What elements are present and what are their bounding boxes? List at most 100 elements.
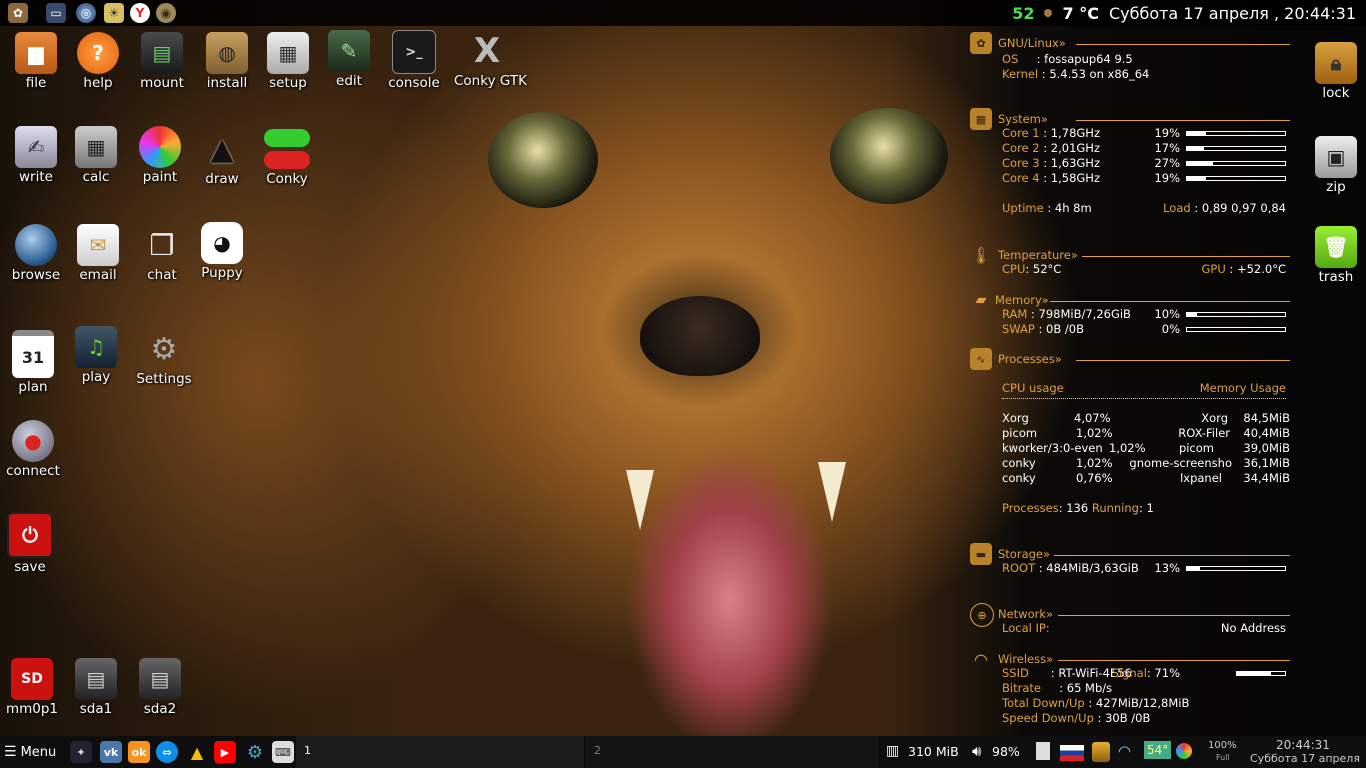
weather-icon[interactable]: ☀ [104,3,124,23]
desktop-icon-calc[interactable]: ▦ calc [63,126,129,185]
clipboard-icon[interactable] [1036,742,1050,760]
core-usage-bar [1186,131,1286,136]
desktop-icon-label: Conky [266,171,308,187]
desktop-icon-conky[interactable]: Conky [254,128,320,187]
core-label: Core 1 [1002,126,1040,140]
desktop-icon-play[interactable]: ♫ play [63,326,129,385]
desktop-icon-connect[interactable]: ● connect [0,420,66,479]
section-title: Storage» [998,547,1051,561]
desktop-icon-file[interactable]: ▆ file [3,32,69,91]
desktop-icon-plan[interactable]: 31 plan [0,330,66,395]
chat-bubbles-icon: ❐ [149,228,175,262]
desktop-icon-mount[interactable]: ▤ mount [129,32,195,91]
puppy-logo-icon: ✿ [970,32,992,54]
wifi-tray-icon[interactable]: ◠ [1118,742,1131,760]
youtube-icon[interactable]: ▶ [214,741,236,763]
wifi-icon: ◠ [974,649,988,669]
desktop-icon-email[interactable]: ✉ email [65,224,131,283]
cpu-temp-value: : 52°C [1025,262,1062,276]
total-down-up-label: Total Down/Up [1002,696,1085,710]
desktop-icon-browse[interactable]: browse [3,224,69,283]
desktop-icon-label: draw [205,171,239,187]
running-value: : 1 [1138,501,1154,515]
teamviewer-icon[interactable]: ⇔ [156,741,178,763]
keyboard-icon[interactable]: ⌨ [272,741,294,763]
workspace-1[interactable]: 1 [296,736,584,768]
ram-value: : 798MiB/7,26GiB [1030,307,1131,321]
menu-button[interactable]: ☰ Menu [4,742,56,762]
desktop-icon-zip[interactable]: ▣ zip [1306,136,1366,195]
desktop-icon-install[interactable]: ◍ install [194,32,260,91]
odnoklassniki-icon[interactable]: ok [128,741,150,763]
drive-tray-icon[interactable] [1092,742,1110,762]
desktop-icon-label: play [81,369,111,385]
network-globe-icon: ⊕ [970,603,994,627]
section-title: Temperature» [998,248,1078,262]
desktop-icon-label: calc [82,169,110,185]
temperature-badge: 54° [1144,741,1172,759]
desktop-icon-lock[interactable]: 🔒︎ lock [1306,42,1366,101]
taskbar-date[interactable]: Суббота 17 апреля [1250,752,1360,765]
google-drive-icon[interactable]: ▲ [186,741,208,763]
desktop-icon-setup[interactable]: ▦ setup [255,32,321,91]
cpu-usage-header: CPU usage [1002,381,1064,395]
mem-proc-value: 84,5MiB [1243,411,1290,425]
help-icon: ? [77,32,119,74]
desktop-icon-console[interactable]: >_ console [381,30,447,91]
wallpaper-fang-left [626,470,654,530]
desktop-icon-conky-gtk[interactable]: X Conky GTK [454,30,527,89]
signal-strength-bar [1236,671,1286,676]
desktop-icon-sda2[interactable]: ▤ sda2 [127,658,193,717]
bitrate-label: Bitrate [1002,681,1041,695]
core-usage-bar [1186,176,1286,181]
compass-star-icon[interactable]: ✦ [70,741,92,763]
desktop-icon-trash[interactable]: 🗑︎ trash [1306,226,1366,285]
root-label: ROOT [1002,561,1036,575]
swap-label: SWAP [1002,322,1035,336]
cpu-proc-value: 0,76% [1076,471,1113,485]
vk-icon[interactable]: vk [100,741,122,763]
desktop-icon-sda1[interactable]: ▤ sda1 [63,658,129,717]
globe-icon[interactable]: ◎ [76,3,96,23]
desktop-icon-write[interactable]: ✍ write [3,126,69,185]
section-title: Network» [998,607,1054,621]
local-ip-value: No Address [1220,621,1286,635]
desktop-icon-draw[interactable]: ▲ draw [189,128,255,188]
uptime-label: Uptime [1002,201,1044,215]
desktop-icon-edit[interactable]: ✎ edit [316,30,382,89]
desktop-icon-label: lock [1322,85,1350,101]
settings-gear-icon[interactable]: ⚙ [244,741,266,763]
russian-flag-icon[interactable] [1060,745,1084,761]
sd-card-icon: SD [11,658,53,700]
turtle-icon[interactable]: ◉ [156,3,176,23]
workspace-2[interactable]: 2 [586,736,878,768]
desktop-icon-label: zip [1326,179,1346,195]
local-ip-label: Local IP [1002,621,1046,635]
mem-proc-name: gnome-screensho [1129,456,1232,470]
taskbar-clock[interactable]: 20:44:31 [1276,738,1330,752]
desktop-icon-help[interactable]: ? help [65,32,131,91]
root-usage-bar [1186,566,1286,571]
desktop-icon-puppy[interactable]: ◕ Puppy [189,222,255,281]
total-down-up-value: : 427MiB/12,8MiB [1088,696,1190,710]
yandex-browser-icon[interactable]: Y [130,3,150,23]
battery-state: Full [1216,753,1230,762]
desktop-icon-paint[interactable]: paint [127,126,193,185]
conky-gnu-section: ✿ GNU/Linux» OS : fossapup64 9.5 Kernel :… [966,32,1292,81]
battery-percent: 100% [1208,740,1237,751]
monitor-icon[interactable]: ▭ [46,3,66,23]
desktop-icon-mm0p1[interactable]: SD mm0p1 [0,658,65,717]
power-status-icon[interactable] [1176,743,1192,759]
volume-icon[interactable]: 🔊︎ [972,742,981,760]
load-label: Load [1163,201,1191,215]
os-value: : fossapup64 9.5 [1036,52,1133,66]
puppy-menu-icon[interactable]: ✿ [8,3,28,23]
mem-proc-value: 34,4MiB [1243,471,1290,485]
write-icon: ✍ [15,126,57,168]
core-percent: 27% [1154,156,1180,170]
top-datetime: Суббота 17 апреля , 20:44:31 [1108,3,1356,23]
desktop-icon-settings[interactable]: ⚙ Settings [131,328,197,388]
desktop-icon-save[interactable]: ⏻ save [0,512,63,575]
desktop-icon-chat[interactable]: ❐ chat [129,224,195,284]
core-percent: 19% [1154,126,1180,140]
